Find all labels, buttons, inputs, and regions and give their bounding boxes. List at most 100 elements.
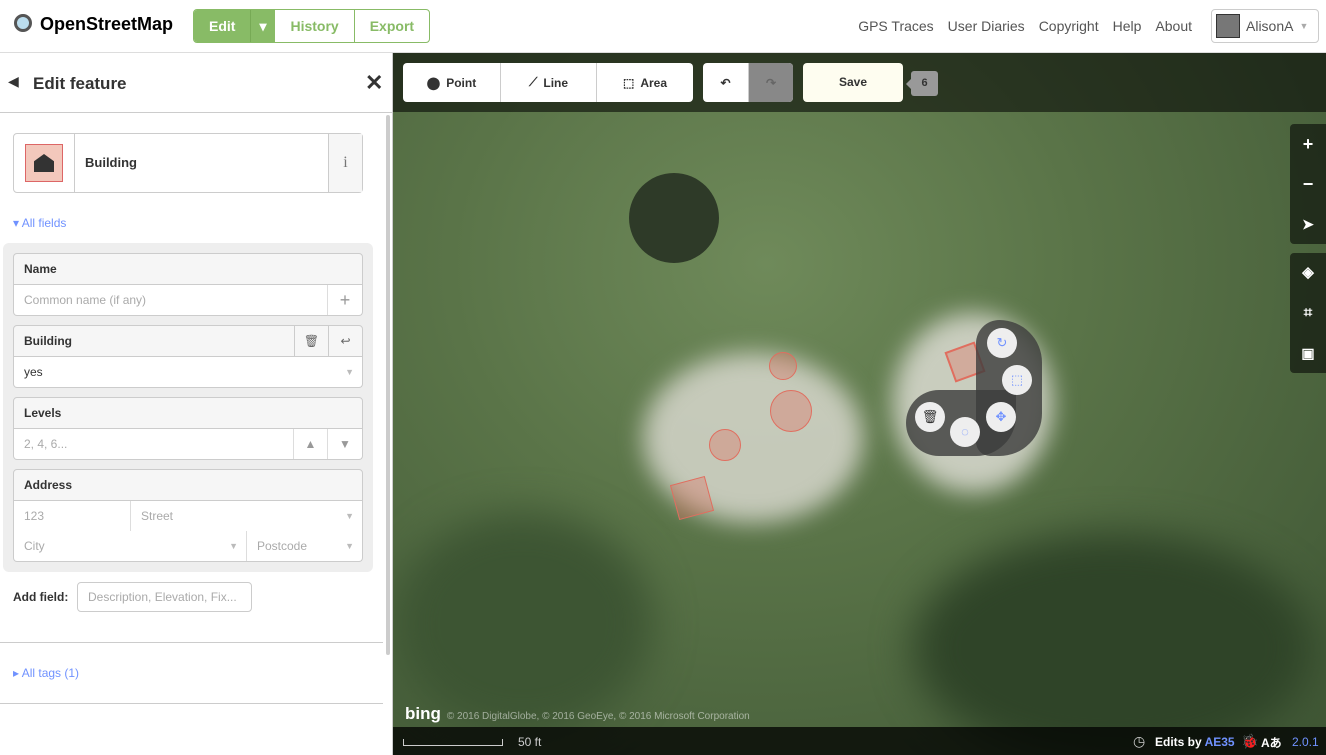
levels-field[interactable]: 2, 4, 6... ▲ ▼ <box>13 429 363 460</box>
brand-logo[interactable]: OpenStreetMap <box>6 10 173 38</box>
name-field[interactable]: Common name (if any) + <box>13 285 363 316</box>
info-icon[interactable]: i <box>328 134 362 192</box>
zoom-in-icon[interactable]: + <box>1290 124 1326 164</box>
version-link[interactable]: 2.0.1 <box>1292 735 1319 749</box>
redo-icon[interactable]: ↷ <box>748 63 793 102</box>
edits-by-user-link[interactable]: AE35 <box>1205 735 1235 749</box>
sidebar-scrollbar[interactable] <box>386 115 390 655</box>
back-icon[interactable]: ◀ <box>8 73 19 90</box>
toolbar: ⬤ Point ⟋ Line ⬚ Area ↶ ↷ Save 6 <box>393 53 1326 112</box>
postcode-input[interactable]: Postcode ▼ <box>247 531 362 561</box>
history-button[interactable]: History <box>274 10 353 42</box>
circularize-icon[interactable]: ◌ <box>950 417 980 447</box>
brand-name: OpenStreetMap <box>40 13 174 34</box>
scale-label: 50 ft <box>518 735 542 749</box>
translate-icon[interactable]: Aあ <box>1261 734 1282 751</box>
top-nav: OpenStreetMap Edit ▾ History Export GPS … <box>0 0 1326 53</box>
building-icon <box>14 134 75 192</box>
close-icon[interactable]: ✕ <box>365 70 383 96</box>
bug-icon[interactable]: 🐞 <box>1241 733 1258 750</box>
edit-menu: ↻ ⬚ ✥ ◌ 🗑 <box>906 320 1042 456</box>
geolocate-icon[interactable]: ➤ <box>1290 204 1326 244</box>
revert-icon[interactable]: ↩ <box>328 326 362 356</box>
osm-logo-icon <box>6 10 34 38</box>
address-label: Address <box>13 469 363 501</box>
layers-icon[interactable]: ◈ <box>1290 253 1326 293</box>
bing-logo: bing <box>405 704 441 723</box>
move-icon[interactable]: ✥ <box>986 402 1016 432</box>
preset-selector[interactable]: Building i <box>13 133 363 193</box>
sidebar-header: ◀ Edit feature ✕ <box>0 53 393 113</box>
plus-icon[interactable]: + <box>328 285 362 315</box>
city-input[interactable]: City ▼ <box>14 531 247 561</box>
point-icon: ⬤ <box>426 75 441 90</box>
help-icon[interactable]: ▣ <box>1290 333 1326 373</box>
history-controls: ↶ ↷ <box>703 63 793 102</box>
map-data-icon[interactable]: ⌗ <box>1290 293 1326 333</box>
all-fields-toggle[interactable]: ▾ All fields <box>13 216 66 230</box>
map-panes: ◈ ⌗ ▣ <box>1290 253 1326 373</box>
user-diaries-link[interactable]: User Diaries <box>948 18 1025 34</box>
chevron-down-icon: ▼ <box>1299 21 1309 31</box>
name-label: Name <box>13 253 363 285</box>
street-input[interactable]: Street ▼ <box>131 501 362 531</box>
draw-modes: ⬤ Point ⟋ Line ⬚ Area <box>403 63 693 102</box>
export-button[interactable]: Export <box>353 10 429 42</box>
avatar <box>1216 14 1240 38</box>
gps-traces-link[interactable]: GPS Traces <box>858 18 933 34</box>
user-menu[interactable]: AlisonA ▼ <box>1211 9 1319 43</box>
edit-dropdown-icon[interactable]: ▾ <box>250 10 275 42</box>
square-icon[interactable]: ⬚ <box>1002 365 1032 395</box>
history-icon: ◷ <box>1133 733 1146 749</box>
edits-by-label: Edits by <box>1155 735 1202 749</box>
housenumber-input[interactable]: 123 <box>14 501 131 531</box>
about-link[interactable]: About <box>1155 18 1192 34</box>
chevron-down-icon: ▼ <box>345 367 354 377</box>
building-label: Building 🗑 ↩ <box>13 325 363 357</box>
page-title: Edit feature <box>33 74 127 93</box>
edit-button[interactable]: Edit <box>194 10 251 42</box>
username: AlisonA <box>1246 18 1294 34</box>
building-combo[interactable]: yes ▼ <box>13 357 363 388</box>
save-button[interactable]: Save <box>803 63 903 102</box>
mode-buttons: Edit ▾ History Export <box>193 9 431 43</box>
building-value: yes <box>24 365 43 379</box>
copyright-link[interactable]: Copyright <box>1039 18 1099 34</box>
area-icon: ⬚ <box>622 75 635 90</box>
building-round[interactable] <box>769 352 797 380</box>
add-line-button[interactable]: ⟋ Line <box>500 63 596 102</box>
fields-panel: Name Common name (if any) + Building 🗑 ↩ ye… <box>3 243 373 572</box>
all-tags-toggle[interactable]: ▸ All tags (1) <box>13 666 79 680</box>
trash-icon[interactable]: 🗑 <box>915 402 945 432</box>
divider <box>0 703 383 704</box>
imagery-attribution[interactable]: bing © 2016 DigitalGlobe, © 2016 GeoEye, … <box>405 704 750 724</box>
add-field-input[interactable]: Description, Elevation, Fix... <box>77 582 252 612</box>
add-field-label: Add field: <box>13 590 69 604</box>
name-input[interactable]: Common name (if any) <box>14 285 328 315</box>
add-area-button[interactable]: ⬚ Area <box>596 63 693 102</box>
zoom-out-icon[interactable]: − <box>1290 164 1326 204</box>
zoom-controls: + − ➤ <box>1290 124 1326 244</box>
line-icon: ⟋ <box>528 75 538 89</box>
sidebar: ◀ Edit feature ✕ Building i ▾ All fields… <box>0 53 393 755</box>
address-row-2: City ▼ Postcode ▼ <box>13 531 363 562</box>
undo-icon[interactable]: ↶ <box>703 63 748 102</box>
preset-name: Building <box>85 155 137 170</box>
add-point-button[interactable]: ⬤ Point <box>403 63 500 102</box>
help-link[interactable]: Help <box>1113 18 1142 34</box>
all-fields-label: All fields <box>21 216 67 230</box>
rotate-icon[interactable]: ↻ <box>987 328 1017 358</box>
trash-icon[interactable]: 🗑 <box>294 326 328 356</box>
levels-label: Levels <box>13 397 363 429</box>
increment-icon[interactable]: ▲ <box>294 429 328 459</box>
map[interactable]: ↻ ⬚ ✥ ◌ 🗑 ⬤ Point ⟋ Line ⬚ Area ↶ ↷ Save 6 … <box>393 53 1326 755</box>
nav-links: GPS Traces User Diaries Copyright Help A… <box>858 18 1192 34</box>
footer-bar: 50 ft ◷ Edits by AE35 🐞 Aあ 2.0.1 <box>393 727 1326 755</box>
levels-input[interactable]: 2, 4, 6... <box>14 429 294 459</box>
address-row-1: 123 Street ▼ <box>13 501 363 532</box>
decrement-icon[interactable]: ▼ <box>328 429 362 459</box>
scale-bar <box>403 739 503 746</box>
building-round[interactable] <box>709 429 741 461</box>
divider <box>0 642 383 643</box>
building-round[interactable] <box>770 390 812 432</box>
